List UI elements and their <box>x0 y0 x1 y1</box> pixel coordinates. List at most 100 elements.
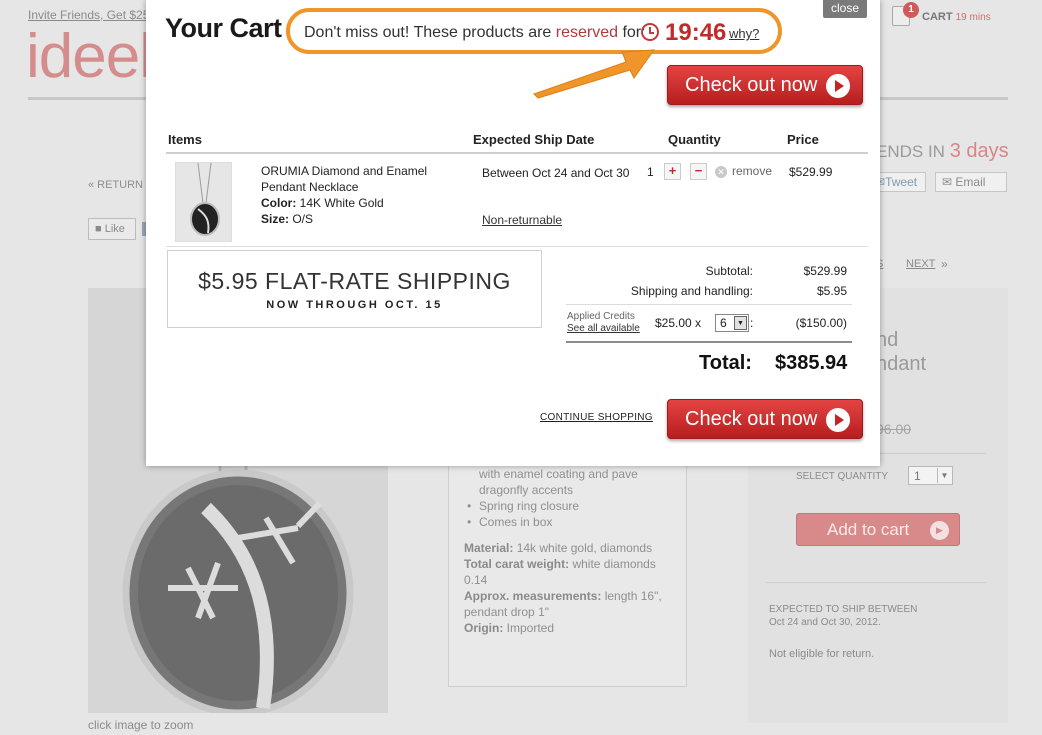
spec-row: Material: 14k white gold, diamonds <box>464 540 676 556</box>
add-to-cart-button[interactable]: Add to cart ▶ <box>796 513 960 546</box>
header-cart-label: CART <box>922 11 953 23</box>
close-button[interactable]: close <box>823 0 867 18</box>
item-size-label: Size: <box>261 212 290 226</box>
item-quantity: 1 <box>647 165 654 179</box>
site-logo[interactable]: ideel <box>26 26 153 88</box>
double-arrow-right-icon[interactable]: » <box>941 257 948 271</box>
shipping-value: $5.95 <box>816 284 847 298</box>
play-arrow-icon <box>826 74 850 98</box>
item-row-divider <box>166 246 868 247</box>
credit-amount: $25.00 x <box>655 316 702 330</box>
credit-count-value: 6 <box>720 316 727 330</box>
quantity-select[interactable]: 1 ▼ <box>908 466 953 485</box>
shipping-label: Shipping and handling: <box>630 284 753 298</box>
return-link[interactable]: « RETURN T <box>88 179 153 191</box>
checkout-label: Check out now <box>685 74 818 96</box>
header-cart-timer: 19 mins <box>955 12 991 23</box>
reservation-highlight-word: reserved <box>555 24 619 41</box>
credit-total: ($150.00) <box>795 316 847 330</box>
column-header-price: Price <box>787 132 819 147</box>
column-header-items: Items <box>168 132 202 147</box>
item-price: $529.99 <box>789 165 833 179</box>
subtotal-label: Subtotal: <box>705 264 753 278</box>
expected-ship-line: EXPECTED TO SHIP BETWEEN <box>769 604 918 615</box>
remove-item-link[interactable]: remove <box>732 164 772 178</box>
description-specs: Material: 14k white gold, diamonds Total… <box>464 540 676 636</box>
description-bullet: Spring ring closure <box>465 498 579 514</box>
spec-key: Total carat weight: <box>464 557 570 571</box>
invite-friends-link[interactable]: Invite Friends, Get $25 <box>28 8 149 22</box>
facebook-like-button[interactable]: ■ Like <box>88 218 136 240</box>
spec-key: Origin: <box>464 621 504 635</box>
callout-arrow-icon <box>533 49 656 99</box>
description-bullet: Comes in box <box>465 514 579 530</box>
reservation-timer: 19:46 <box>665 19 727 46</box>
subtotal-value: $529.99 <box>803 264 847 278</box>
checkout-button-top[interactable]: Check out now <box>667 65 863 105</box>
chevron-down-icon: ▼ <box>937 468 951 483</box>
sale-ends-value: 3 days <box>949 140 1009 162</box>
cart-title: Your Cart <box>165 13 282 43</box>
total-value: $385.94 <box>775 352 848 374</box>
applied-credits-label: Applied Credits <box>567 311 635 322</box>
checkout-label: Check out now <box>685 408 818 430</box>
item-name: ORUMIA Diamond and Enamel Pendant Neckla… <box>261 164 428 194</box>
spec-value: 14k white gold, diamonds <box>513 541 653 555</box>
spec-row: Origin: Imported <box>464 620 676 636</box>
item-ship-dates: Between Oct 24 and Oct 30 <box>482 166 630 180</box>
reservation-prefix: Don't miss out! These products are <box>304 24 556 41</box>
credit-colon: : <box>750 316 754 330</box>
original-price: 96.00 <box>876 421 912 437</box>
play-arrow-icon: ▶ <box>930 521 949 540</box>
pager-next-link[interactable]: NEXT <box>906 258 935 270</box>
non-returnable-link[interactable]: Non-returnable <box>482 213 562 227</box>
promo-headline: $5.95 FLAT-RATE SHIPPING <box>198 268 511 294</box>
remove-icon[interactable]: ✕ <box>715 166 727 178</box>
quantity-decrease-button[interactable]: − <box>690 163 707 180</box>
email-share-button[interactable]: ✉ Email <box>935 172 1007 192</box>
quantity-select-value: 1 <box>914 469 921 483</box>
spec-row: Approx. measurements: length 16", pendan… <box>464 588 676 620</box>
item-size-value: O/S <box>289 212 314 226</box>
sale-ends-countdown: ENDS IN 3 days <box>876 140 1009 163</box>
return-policy-note: Not eligible for return. <box>769 648 875 660</box>
thumbs-up-icon: ■ <box>95 223 102 235</box>
column-header-ship-date: Expected Ship Date <box>473 132 595 147</box>
promo-subline: NOW THROUGH OCT. 15 <box>266 299 443 311</box>
item-color-label: Color: <box>261 196 297 210</box>
why-link[interactable]: why? <box>729 26 759 41</box>
spec-key: Material: <box>464 541 514 555</box>
title-line: nd <box>876 329 899 351</box>
title-line: ndant <box>876 353 927 375</box>
sale-ends-prefix: ENDS IN <box>876 142 945 161</box>
item-size: Size: O/S <box>261 211 384 227</box>
chevron-down-icon: ▼ <box>734 316 747 330</box>
envelope-icon: ✉ <box>942 175 953 189</box>
cart-count-badge: 1 <box>903 2 919 18</box>
credit-count-select[interactable]: 6 ▼ <box>715 314 749 332</box>
total-label: Total: <box>699 352 752 374</box>
item-color-value: 14K White Gold <box>296 196 384 210</box>
zoom-caption: click image to zoom <box>88 718 194 732</box>
like-label: Like <box>104 223 125 235</box>
continue-shopping-link[interactable]: CONTINUE SHOPPING <box>540 412 653 423</box>
expected-ship-line: Oct 24 and Oct 30, 2012. <box>769 617 881 628</box>
clock-icon <box>641 23 659 41</box>
description-fragment: with enamel coating and pave dragonfly a… <box>479 467 638 497</box>
spec-value: Imported <box>503 621 555 635</box>
table-header-divider <box>166 152 868 154</box>
item-color: Color: 14K White Gold <box>261 195 384 211</box>
see-all-credits-link[interactable]: See all available <box>567 323 640 334</box>
column-header-quantity: Quantity <box>668 132 721 147</box>
tweet-label: Tweet <box>885 175 918 189</box>
header-cart-link[interactable]: CART 19 mins <box>922 11 991 23</box>
email-label: Email <box>955 175 986 189</box>
checkout-button-bottom[interactable]: Check out now <box>667 399 863 439</box>
total-divider <box>566 341 852 343</box>
quantity-increase-button[interactable]: + <box>664 163 681 180</box>
item-thumbnail[interactable] <box>175 162 232 242</box>
panel-divider <box>766 582 986 583</box>
spec-key: Approx. measurements: <box>464 589 602 603</box>
item-attributes: Color: 14K White Gold Size: O/S <box>261 195 384 227</box>
expected-ship-info: EXPECTED TO SHIP BETWEEN Oct 24 and Oct 3… <box>769 603 917 629</box>
